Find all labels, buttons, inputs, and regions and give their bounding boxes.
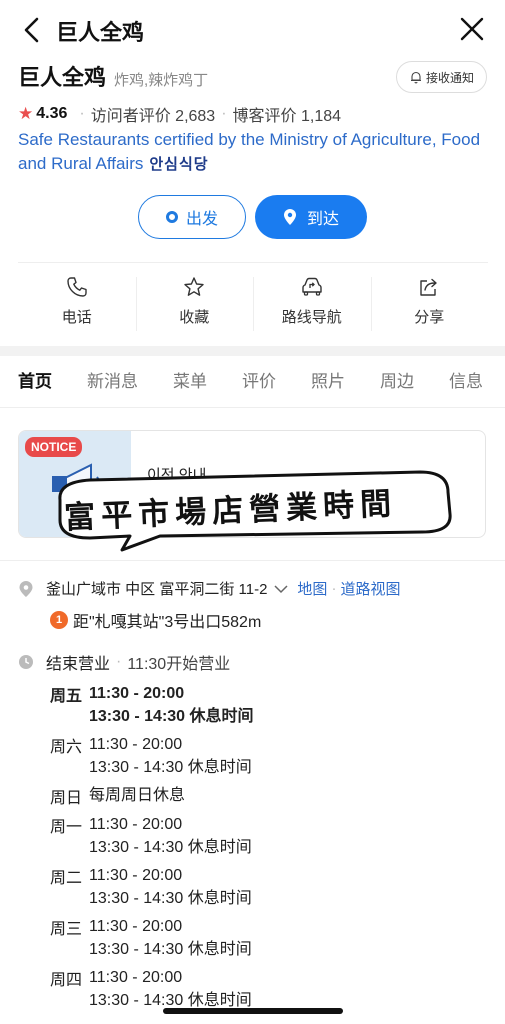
hours-day: 周六 — [50, 739, 83, 756]
subway-distance: 距"札嘎其站"3号出口582m — [73, 614, 262, 631]
action-label: 电话 — [61, 309, 92, 326]
divider — [0, 560, 505, 561]
separator-dot: · — [116, 653, 122, 670]
address-text: 釜山广域市 中区 富平洞二街 11-2 — [46, 581, 268, 598]
tab-home[interactable]: 首页 — [18, 356, 52, 407]
depart-label: 出发 — [185, 211, 218, 228]
certification-text: Safe Restaurants certified by the Minist… — [18, 128, 488, 177]
tab-nearby[interactable]: 周边 — [380, 356, 414, 407]
subway-info: 1 距"札嘎其站"3号出口582m — [50, 608, 261, 632]
hours-break: 13:30 - 14:30 休息时间 — [89, 759, 252, 776]
share-button[interactable]: 分享 — [370, 263, 489, 340]
hours-day: 周四 — [50, 972, 83, 989]
tab-menu[interactable]: 菜单 — [173, 356, 207, 407]
route-button[interactable]: 路线导航 — [253, 263, 371, 340]
safe-restaurant-badge: 안심식당 — [149, 156, 209, 173]
hours-day: 周二 — [50, 870, 83, 887]
call-button[interactable]: 电话 — [18, 263, 136, 340]
hours-row: 周三 11:30 - 20:00 13:30 - 14:30 休息时间 — [50, 915, 490, 961]
business-status-row: 结束营业 · 11:30开始营业 — [18, 650, 230, 674]
tab-photos[interactable]: 照片 — [311, 356, 345, 407]
hours-day: 周一 — [50, 819, 83, 836]
hours-closed-note: 每周周日休息 — [89, 787, 186, 804]
hours-day: 周日 — [50, 790, 83, 807]
location-pin-icon — [283, 209, 296, 225]
action-label: 分享 — [414, 309, 445, 326]
hours-time: 11:30 - 20:00 — [89, 867, 183, 884]
chevron-down-icon[interactable] — [273, 584, 289, 594]
hours-break: 13:30 - 14:30 休息时间 — [89, 708, 254, 725]
tab-news[interactable]: 新消息 — [87, 356, 138, 407]
map-pin-icon — [19, 580, 33, 597]
hours-day: 周三 — [50, 921, 83, 938]
map-link[interactable]: 地图 — [297, 578, 327, 599]
hours-row: 周四 11:30 - 20:00 13:30 - 14:30 休息时间 — [50, 966, 490, 1012]
arrive-label: 到达 — [306, 211, 339, 228]
hours-time: 11:30 - 20:00 — [89, 918, 183, 935]
hours-row: 周一 11:30 - 20:00 13:30 - 14:30 休息时间 — [50, 813, 490, 859]
visitor-reviews-link[interactable]: 访问者评价 2,683 — [91, 102, 216, 126]
notify-label: 接收通知 — [425, 70, 474, 85]
subway-line-badge: 1 — [50, 611, 68, 629]
back-arrow-icon[interactable] — [20, 16, 46, 44]
hours-break: 13:30 - 14:30 休息时间 — [89, 941, 252, 958]
status-open-time: 11:30开始营业 — [127, 656, 231, 673]
notify-button[interactable]: 接收通知 — [395, 61, 487, 93]
page-title: 巨人全鸡 — [56, 20, 145, 45]
place-category: 炸鸡,辣炸鸡丁 — [114, 72, 209, 89]
route-icon — [302, 277, 322, 296]
address-row: 釜山广域市 中区 富平洞二街 11-2 地图 · 道路视图 — [18, 578, 400, 599]
tab-bar: 首页 新消息 菜单 评价 照片 周边 信息 — [0, 356, 505, 408]
status-closed: 结束营业 — [46, 656, 111, 673]
origin-dot-icon — [165, 211, 178, 223]
hours-time: 11:30 - 20:00 — [89, 685, 185, 702]
hours-row: 周日 每周周日休息 — [50, 784, 490, 808]
close-icon[interactable] — [459, 16, 485, 42]
action-bar: 电话 收藏 路线导航 分享 — [18, 262, 488, 340]
save-button[interactable]: 收藏 — [135, 263, 254, 340]
blog-reviews-link[interactable]: 博客评价 1,184 — [233, 102, 342, 126]
tab-reviews[interactable]: 评价 — [242, 356, 276, 407]
rating-row: ★ 4.36 · 访问者评价 2,683 · 博客评价 1,184 — [18, 102, 341, 126]
separator-dot: · — [79, 105, 85, 122]
top-bar: 巨人全鸡 — [0, 0, 505, 60]
hours-day: 周五 — [50, 688, 83, 705]
tab-info[interactable]: 信息 — [449, 356, 483, 407]
phone-icon — [67, 277, 87, 297]
hours-time: 11:30 - 20:00 — [89, 736, 183, 753]
certification-label: Safe Restaurants certified by the Minist… — [18, 130, 481, 173]
hours-break: 13:30 - 14:30 休息时间 — [89, 839, 252, 856]
place-name: 巨人全鸡 — [18, 65, 107, 90]
share-icon — [420, 278, 437, 296]
hours-time: 11:30 - 20:00 — [89, 816, 183, 833]
depart-button[interactable]: 出发 — [138, 195, 246, 239]
action-label: 路线导航 — [281, 309, 342, 326]
notice-tag: NOTICE — [25, 437, 83, 457]
rating-value: 4.36 — [36, 105, 68, 122]
section-gap — [0, 346, 505, 356]
home-indicator[interactable] — [163, 1008, 343, 1014]
bell-icon — [410, 71, 421, 84]
rating-star-icon: ★ — [18, 104, 34, 123]
road-view-link[interactable]: 道路视图 — [340, 578, 400, 599]
place-header: 巨人全鸡 炸鸡,辣炸鸡丁 — [18, 60, 208, 90]
star-icon — [184, 277, 204, 296]
separator-dot: · — [331, 580, 337, 597]
hours-row: 周二 11:30 - 20:00 13:30 - 14:30 休息时间 — [50, 864, 490, 910]
hours-row-today: 周五 11:30 - 20:00 13:30 - 14:30 休息时间 — [50, 682, 490, 728]
separator-dot: · — [221, 105, 227, 122]
hours-row: 周六 11:30 - 20:00 13:30 - 14:30 休息时间 — [50, 733, 490, 779]
opening-hours: 周五 11:30 - 20:00 13:30 - 14:30 休息时间 周六 11… — [50, 682, 490, 1012]
arrive-button[interactable]: 到达 — [255, 195, 367, 239]
hours-time: 11:30 - 20:00 — [89, 969, 183, 986]
clock-icon — [19, 655, 33, 669]
hours-break: 13:30 - 14:30 休息时间 — [89, 890, 252, 907]
action-label: 收藏 — [179, 309, 210, 326]
